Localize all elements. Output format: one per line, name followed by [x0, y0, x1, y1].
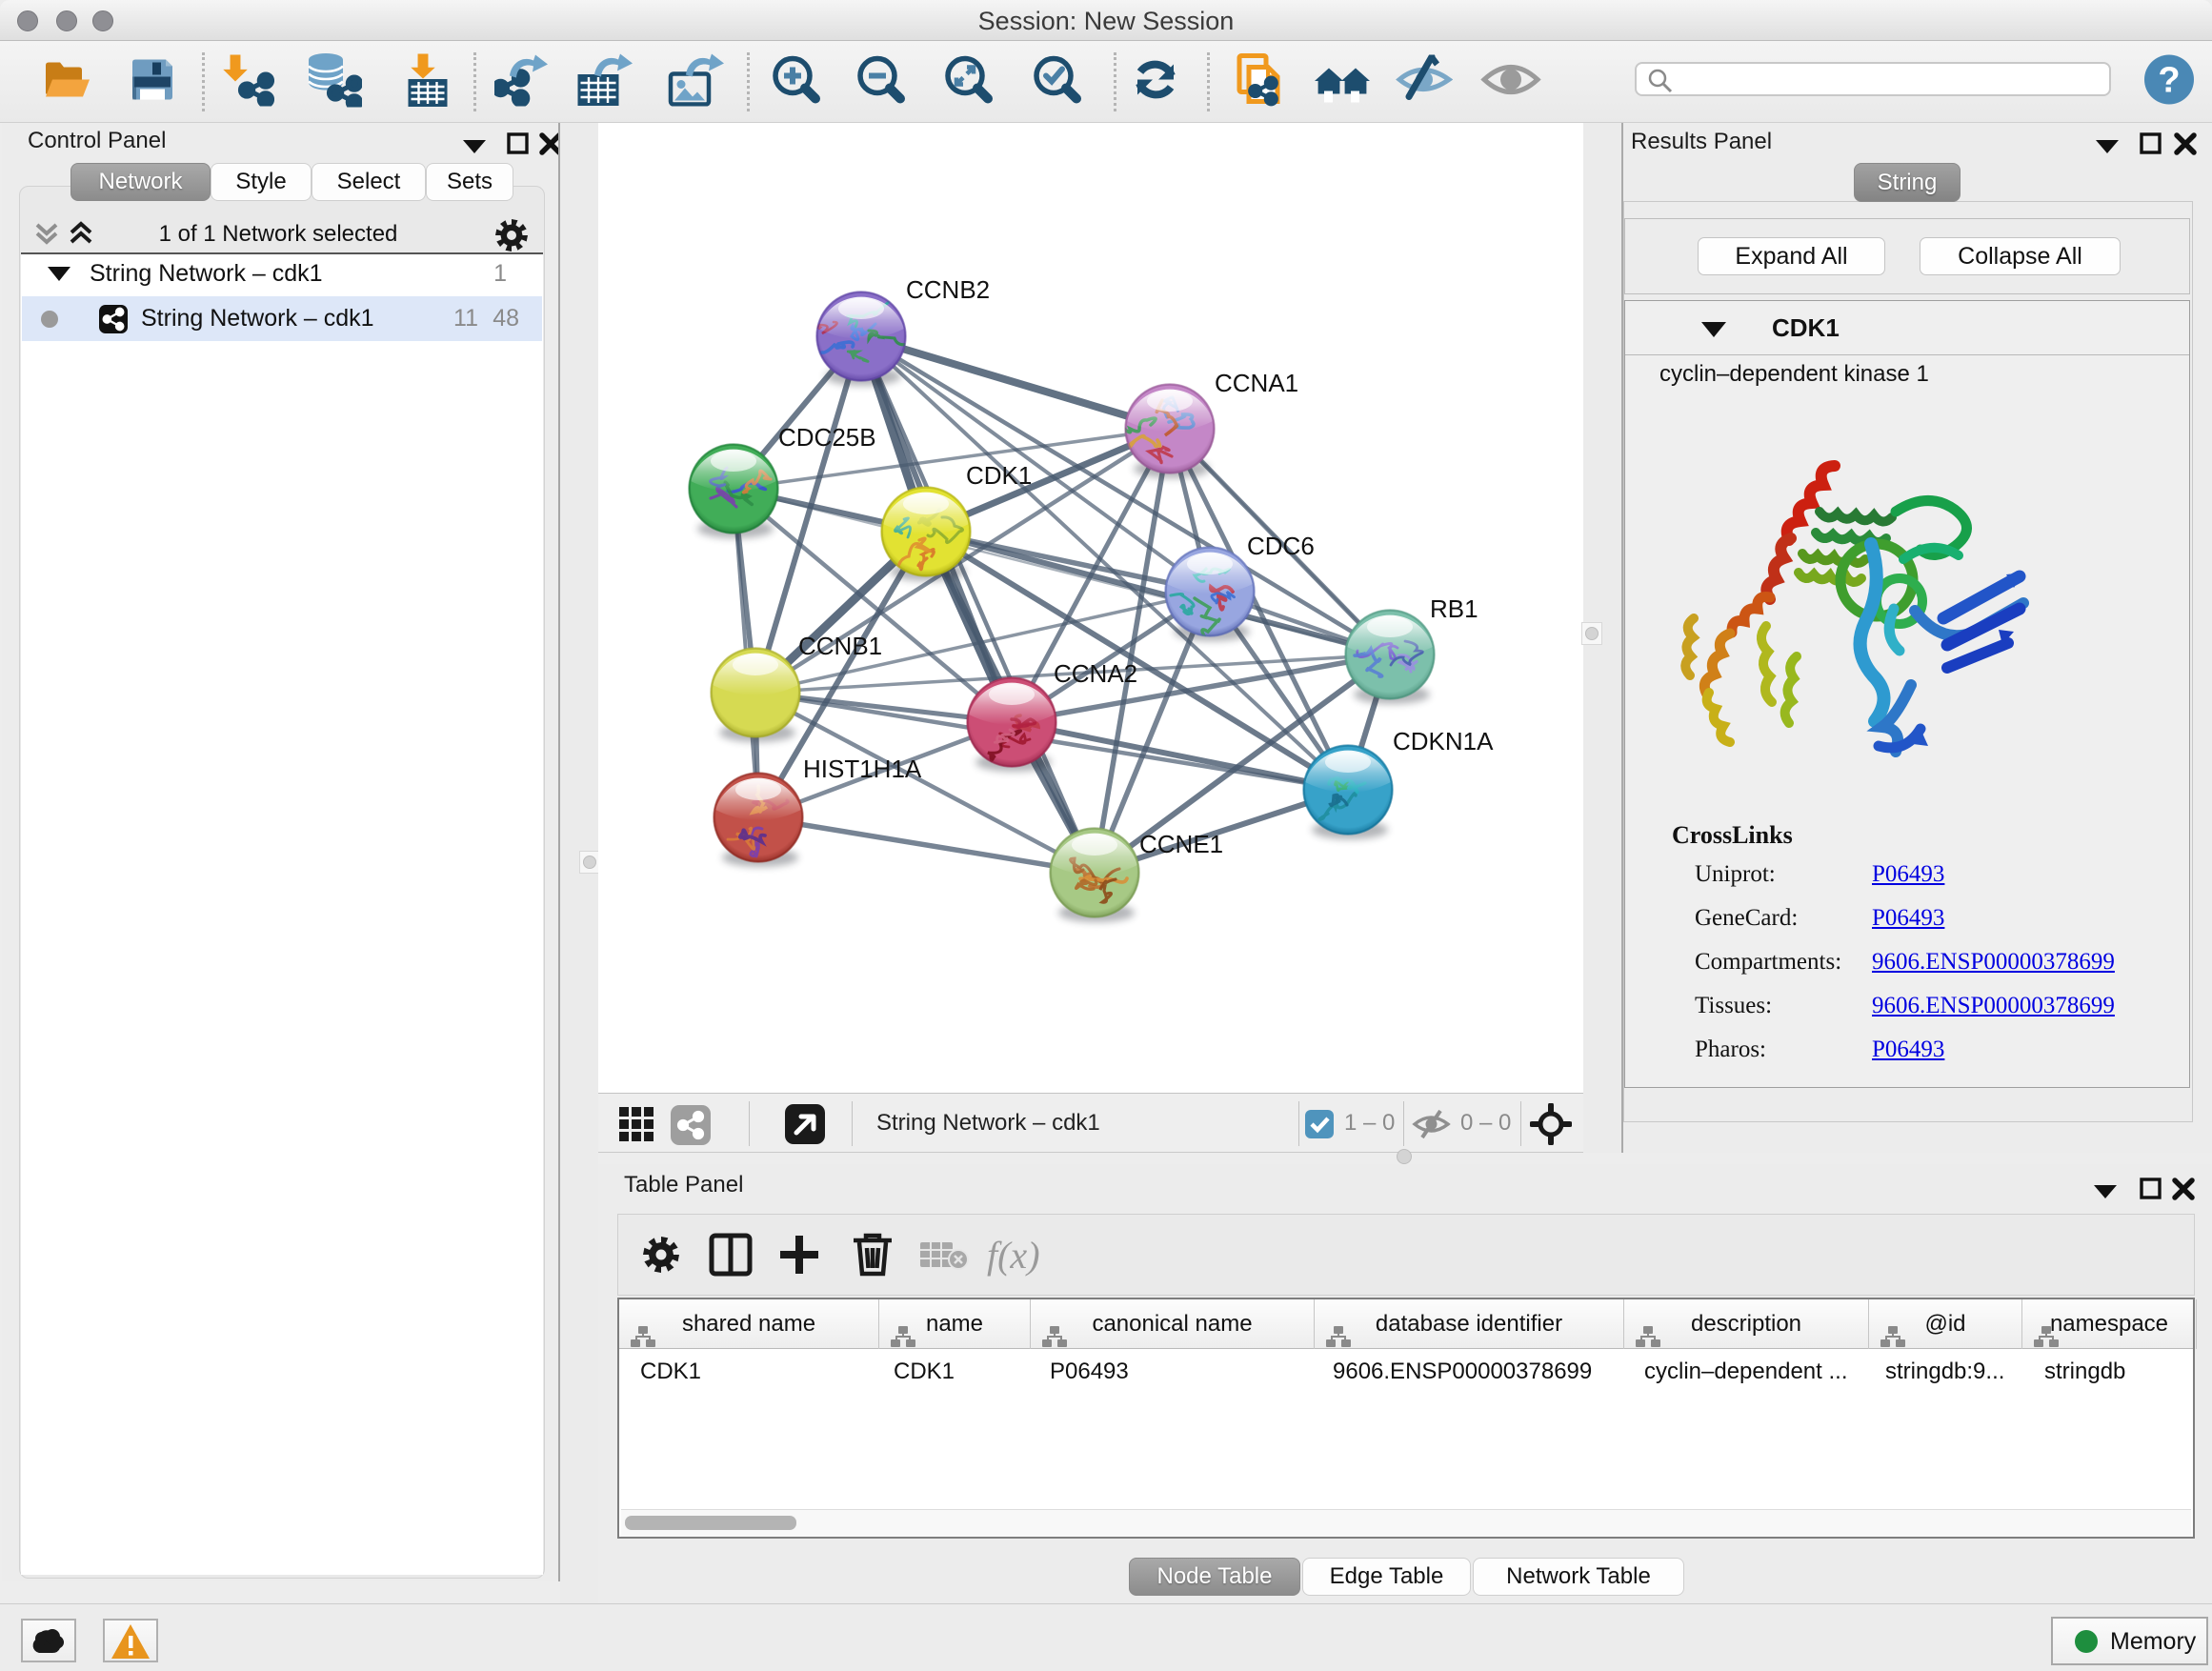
svg-text:CCNA2: CCNA2 [1054, 659, 1137, 688]
svg-text:CCNB1: CCNB1 [798, 632, 882, 660]
svg-text:HIST1H1A: HIST1H1A [803, 755, 922, 783]
svg-text:CCNB2: CCNB2 [906, 275, 990, 304]
svg-text:CDC25B: CDC25B [778, 423, 876, 452]
svg-text:CDK1: CDK1 [966, 461, 1032, 490]
svg-text:CCNA1: CCNA1 [1215, 369, 1298, 397]
svg-text:CDC6: CDC6 [1247, 532, 1315, 560]
svg-text:CDKN1A: CDKN1A [1393, 727, 1494, 755]
svg-text:RB1: RB1 [1430, 594, 1478, 623]
svg-text:?: ? [2158, 60, 2180, 100]
svg-text:CCNE1: CCNE1 [1139, 830, 1223, 858]
